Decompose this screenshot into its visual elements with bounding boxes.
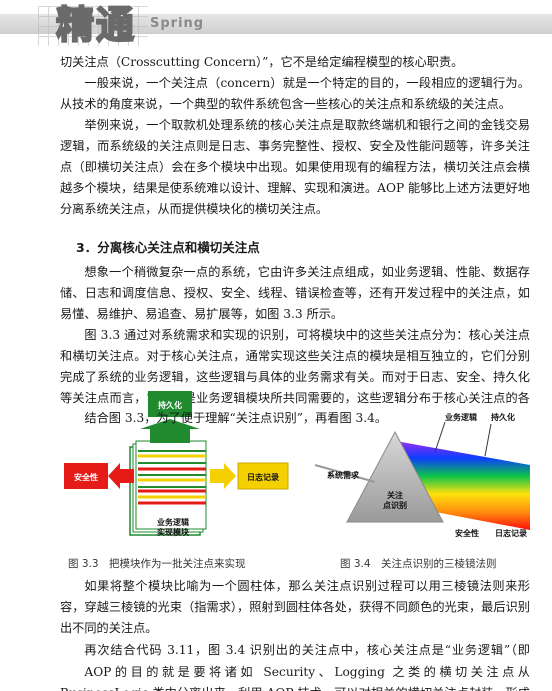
paragraph-7: 如果将整个模块比喻为一个圆柱体，那么关注点识别过程可以用三棱镜法则来形容，穿越三… [60, 579, 530, 635]
business-label-2: 实现模块 [157, 527, 190, 537]
paragraph-3: 举例来说，一个取款机处理系统的核心关注点是取款终端机和银行之间的金钱交易逻辑，而… [60, 118, 530, 216]
section-heading: 3．分离核心关注点和横切关注点 [76, 240, 260, 255]
paragraph-6: 结合图 3.3，为了便于理解“关注点识别”，再看图 3.4。 [84, 411, 388, 425]
security-label: 安全性 [74, 472, 98, 482]
prism-label-1: 关注 [387, 490, 403, 500]
requirement-label: 系统需求 [327, 470, 360, 480]
business-label-1: 业务逻辑 [157, 517, 189, 527]
paragraph-9: AOP的目的就是要将诸如 Security、Logging 之类的横切关注点从 … [60, 665, 530, 691]
paragraph-2: 一般来说，一个关注点（concern）就是一个特定的目的，一段相应的逻辑行为。从… [60, 76, 530, 111]
paragraph-1: 切关注点（Crosscutting Concern）”，它不是给定编程模型的核心… [60, 55, 464, 69]
figure-3-3-caption: 图 3.3 把模块作为一批关注点来实现 [68, 558, 246, 570]
prism-label-2: 点识别 [383, 500, 407, 510]
yellow-arrow-right [210, 463, 236, 489]
paragraph-4: 想象一个稍微复杂一点的系统，它由许多关注点组成，如业务逻辑、性能、数据存储、日志… [60, 265, 530, 321]
log-label-34: 日志记录 [495, 528, 527, 538]
figure-3-4: 关注 点识别 系统需求 业务逻辑 持久化 安全性 日志记录 [305, 410, 530, 540]
book-title: 精通 [55, 2, 137, 48]
figure-3-4-caption: 图 3.4 关注点识别的三棱镜法则 [340, 558, 497, 570]
page-header: 精通 Spring [0, 0, 552, 48]
security-label-34: 安全性 [455, 528, 479, 538]
log-label: 日志记录 [247, 472, 279, 482]
book-subtitle: Spring [150, 16, 205, 31]
paragraph-8: 再次结合代码 3.11，图 3.4 识别出的关注点中，核心关注点是“业务逻辑”（… [84, 643, 530, 657]
